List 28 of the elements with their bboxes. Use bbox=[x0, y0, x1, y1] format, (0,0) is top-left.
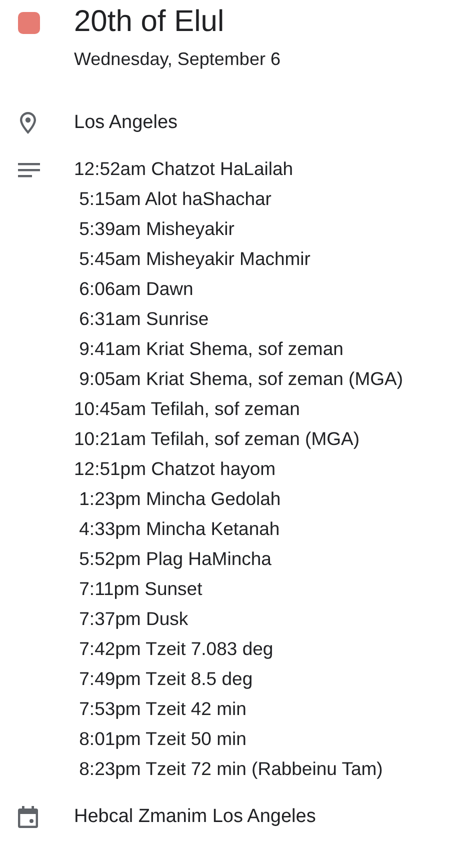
zman-line: 5:52pm Plag HaMincha bbox=[78, 547, 272, 571]
zman-line: 5:15am Alot haShachar bbox=[78, 187, 272, 211]
calendar-icon bbox=[18, 806, 38, 828]
zman-line: 4:33pm Mincha Ketanah bbox=[78, 517, 281, 541]
description-lines-icon bbox=[18, 163, 40, 178]
event-date: Wednesday, September 6 bbox=[74, 48, 282, 71]
zman-line: 7:53pm Tzeit 42 min bbox=[78, 697, 248, 721]
zman-line: 5:39am Misheyakir bbox=[78, 217, 236, 241]
zman-line: 7:42pm Tzeit 7.083 deg bbox=[78, 637, 274, 661]
zman-line: 7:11pm Sunset bbox=[78, 577, 204, 601]
zman-line: 6:06am Dawn bbox=[78, 277, 194, 301]
location-text: Los Angeles bbox=[74, 111, 179, 135]
zman-line: 9:05am Kriat Shema, sof zeman (MGA) bbox=[78, 367, 404, 391]
zman-line: 12:52am Chatzot HaLailah bbox=[74, 157, 294, 181]
zman-line: 8:01pm Tzeit 50 min bbox=[78, 727, 248, 751]
zman-line: 7:37pm Dusk bbox=[78, 607, 190, 631]
zman-line: 10:21am Tefilah, sof zeman (MGA) bbox=[74, 427, 361, 451]
zman-line: 5:45am Misheyakir Machmir bbox=[78, 247, 312, 271]
location-pin-icon bbox=[18, 111, 38, 135]
zman-line: 12:51pm Chatzot hayom bbox=[74, 457, 277, 481]
zman-line: 7:49pm Tzeit 8.5 deg bbox=[78, 667, 254, 691]
zman-line: 6:31am Sunrise bbox=[78, 307, 210, 331]
zman-line: 1:23pm Mincha Gedolah bbox=[78, 487, 282, 511]
event-title: 20th of Elul bbox=[74, 4, 226, 40]
zman-line: 10:45am Tefilah, sof zeman bbox=[74, 397, 301, 421]
zman-line: 8:23pm Tzeit 72 min (Rabbeinu Tam) bbox=[78, 757, 384, 781]
zman-line: 9:41am Kriat Shema, sof zeman bbox=[78, 337, 344, 361]
calendar-name: Hebcal Zmanim Los Angeles bbox=[74, 805, 317, 829]
